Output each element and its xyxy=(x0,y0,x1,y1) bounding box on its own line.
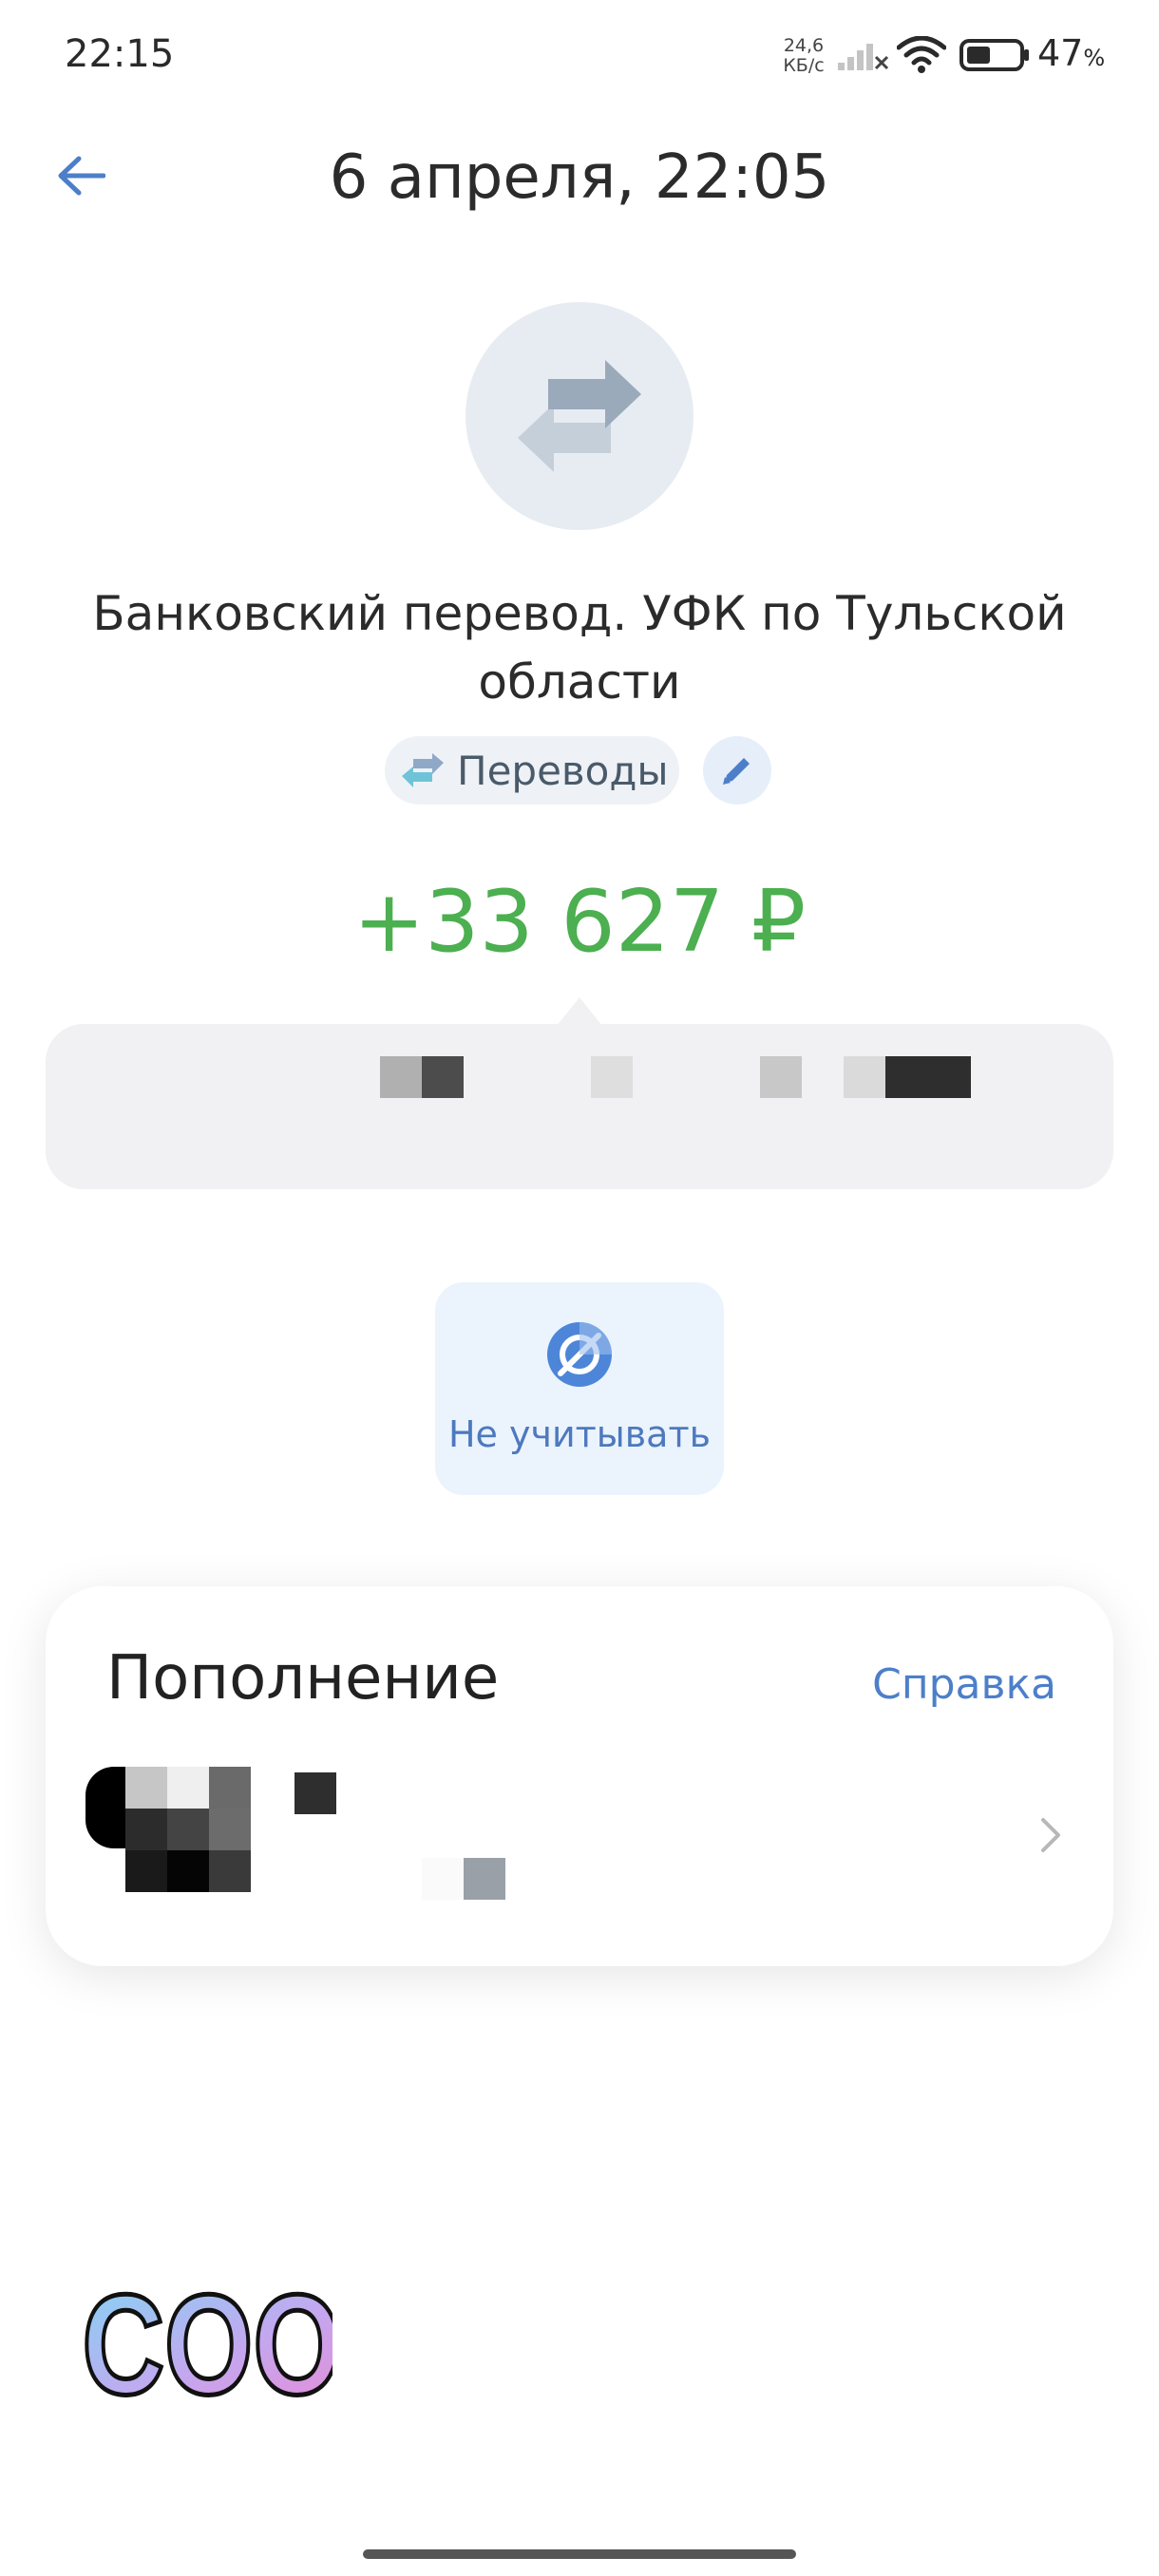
redacted-block xyxy=(209,1767,251,1809)
replenishment-card: Пополнение Справка xyxy=(46,1586,1113,1966)
chevron-right-icon xyxy=(1041,1818,1060,1852)
network-speed: 24,6 КБ/с xyxy=(779,36,828,76)
redacted-block xyxy=(209,1809,251,1850)
redacted-block xyxy=(167,1850,209,1892)
transaction-title: Банковский перевод. УФК по Тульской обла… xyxy=(92,586,1067,710)
redacted-block xyxy=(591,1056,633,1098)
cool-sticker: COOL xyxy=(80,2263,332,2413)
redacted-avatar xyxy=(86,1767,131,1848)
account-row[interactable] xyxy=(46,1757,1113,1900)
ignore-button[interactable]: Не учитывать xyxy=(435,1282,724,1495)
pencil-icon xyxy=(723,758,750,785)
ignore-label: Не учитывать xyxy=(447,1413,712,1455)
battery-percent-value: 47 xyxy=(1037,32,1084,74)
redacted-block xyxy=(422,1056,464,1098)
redacted-block xyxy=(464,1858,505,1900)
network-speed-unit: КБ/с xyxy=(783,55,825,76)
redacted-block xyxy=(209,1850,251,1892)
transfer-arrows-icon xyxy=(518,360,641,472)
redacted-block xyxy=(294,1772,336,1814)
redacted-block xyxy=(125,1767,167,1809)
signal-icon xyxy=(838,44,889,70)
transfer-arrows-icon xyxy=(402,753,444,787)
help-link[interactable]: Справка xyxy=(872,1660,1056,1709)
battery-percent: 47% xyxy=(1037,32,1105,74)
cool-sticker-text: COOL xyxy=(82,2264,332,2413)
transaction-icon xyxy=(466,302,694,530)
redacted-block xyxy=(844,1056,885,1098)
redacted-block xyxy=(885,1056,971,1098)
eye-off-icon xyxy=(547,1322,612,1387)
redacted-block xyxy=(125,1850,167,1892)
redacted-block xyxy=(167,1767,209,1809)
details-notch xyxy=(557,997,602,1026)
card-title: Пополнение xyxy=(106,1643,500,1714)
redacted-block xyxy=(422,1858,464,1900)
page-title: 6 апреля, 22:05 xyxy=(329,142,830,213)
redacted-block xyxy=(125,1809,167,1850)
wifi-icon xyxy=(897,36,946,73)
category-label: Переводы xyxy=(457,747,669,794)
status-time: 22:15 xyxy=(65,32,175,76)
redacted-block xyxy=(760,1056,802,1098)
network-speed-value: 24,6 xyxy=(783,35,825,56)
battery-percent-unit: % xyxy=(1083,45,1106,71)
transaction-amount: +33 627 ₽ xyxy=(352,872,807,972)
home-indicator[interactable] xyxy=(363,2549,796,2559)
category-chip[interactable]: Переводы xyxy=(385,736,679,805)
transaction-details xyxy=(46,1024,1113,1189)
redacted-block xyxy=(380,1056,422,1098)
battery-icon xyxy=(960,39,1029,71)
edit-category-button[interactable] xyxy=(703,736,771,805)
redacted-block xyxy=(167,1809,209,1850)
